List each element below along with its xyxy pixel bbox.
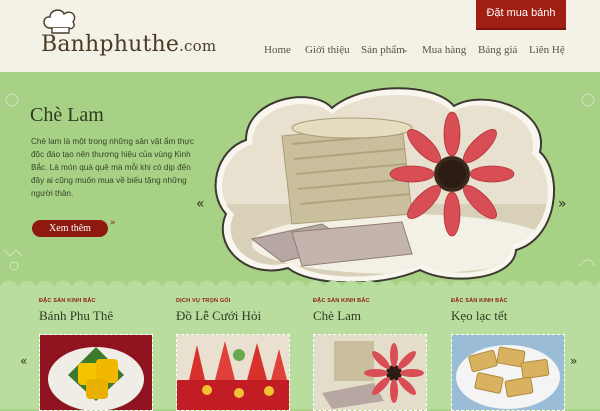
order-cake-button[interactable]: Đặt mua bánh — [476, 0, 566, 30]
nav-item-home[interactable]: Home — [264, 44, 291, 56]
card-category: DỊCH VỤ TRỌN GÓI — [176, 298, 231, 304]
hero-title: Chè Lam — [30, 104, 104, 126]
card-title[interactable]: Chè Lam — [313, 308, 433, 324]
slider-next-arrow[interactable]: » — [558, 196, 567, 212]
arrow-right-icon: » — [110, 218, 116, 228]
chevron-down-icon: ⌄ — [402, 45, 409, 54]
site-logo[interactable]: Banhphuthe.com — [41, 32, 216, 57]
hero-description: Chè lam là một trong những sản vật ẩm th… — [31, 137, 194, 198]
card-category: ĐẶC SẢN KINH BẮC — [39, 298, 96, 304]
read-more-button[interactable]: Xem thêm — [32, 220, 108, 237]
nav-item-about[interactable]: Giới thiệu — [305, 44, 350, 56]
doodle-decoration-icon — [579, 93, 595, 267]
nav-item-contact[interactable]: Liên Hệ — [529, 44, 565, 56]
product-thumbnail[interactable] — [313, 334, 427, 411]
product-thumbnail[interactable] — [39, 334, 153, 411]
card-category: ĐẶC SẢN KINH BẮC — [313, 298, 370, 304]
product-card[interactable]: ĐẶC SẢN KINH BẮC Chè Lam — [313, 298, 433, 324]
product-card[interactable]: ĐẶC SẢN KINH BẮC Bánh Phu Thê — [39, 298, 159, 324]
card-title[interactable]: Đồ Lễ Cưới Hỏi — [176, 308, 296, 324]
section-scallop-divider — [0, 278, 600, 292]
hero-product-image — [214, 87, 555, 282]
cards-prev-arrow[interactable]: « — [20, 354, 27, 368]
card-title[interactable]: Bánh Phu Thê — [39, 308, 159, 324]
nav-item-price-list[interactable]: Bảng giá — [478, 44, 517, 56]
card-title[interactable]: Kẹo lạc tết — [451, 308, 571, 324]
product-card[interactable]: DỊCH VỤ TRỌN GÓI Đồ Lễ Cưới Hỏi — [176, 298, 296, 324]
card-category: ĐẶC SẢN KINH BẮC — [451, 298, 508, 304]
slider-prev-arrow[interactable]: « — [196, 196, 205, 212]
doodle-decoration-icon — [3, 93, 23, 271]
product-card[interactable]: ĐẶC SẢN KINH BẮC Kẹo lạc tết — [451, 298, 571, 324]
nav-item-purchase[interactable]: Mua hàng — [422, 44, 466, 56]
product-thumbnail[interactable] — [176, 334, 290, 411]
nav-item-products[interactable]: Sản phẩm — [361, 44, 405, 56]
product-thumbnail[interactable] — [451, 334, 565, 411]
cards-next-arrow[interactable]: » — [570, 354, 577, 368]
